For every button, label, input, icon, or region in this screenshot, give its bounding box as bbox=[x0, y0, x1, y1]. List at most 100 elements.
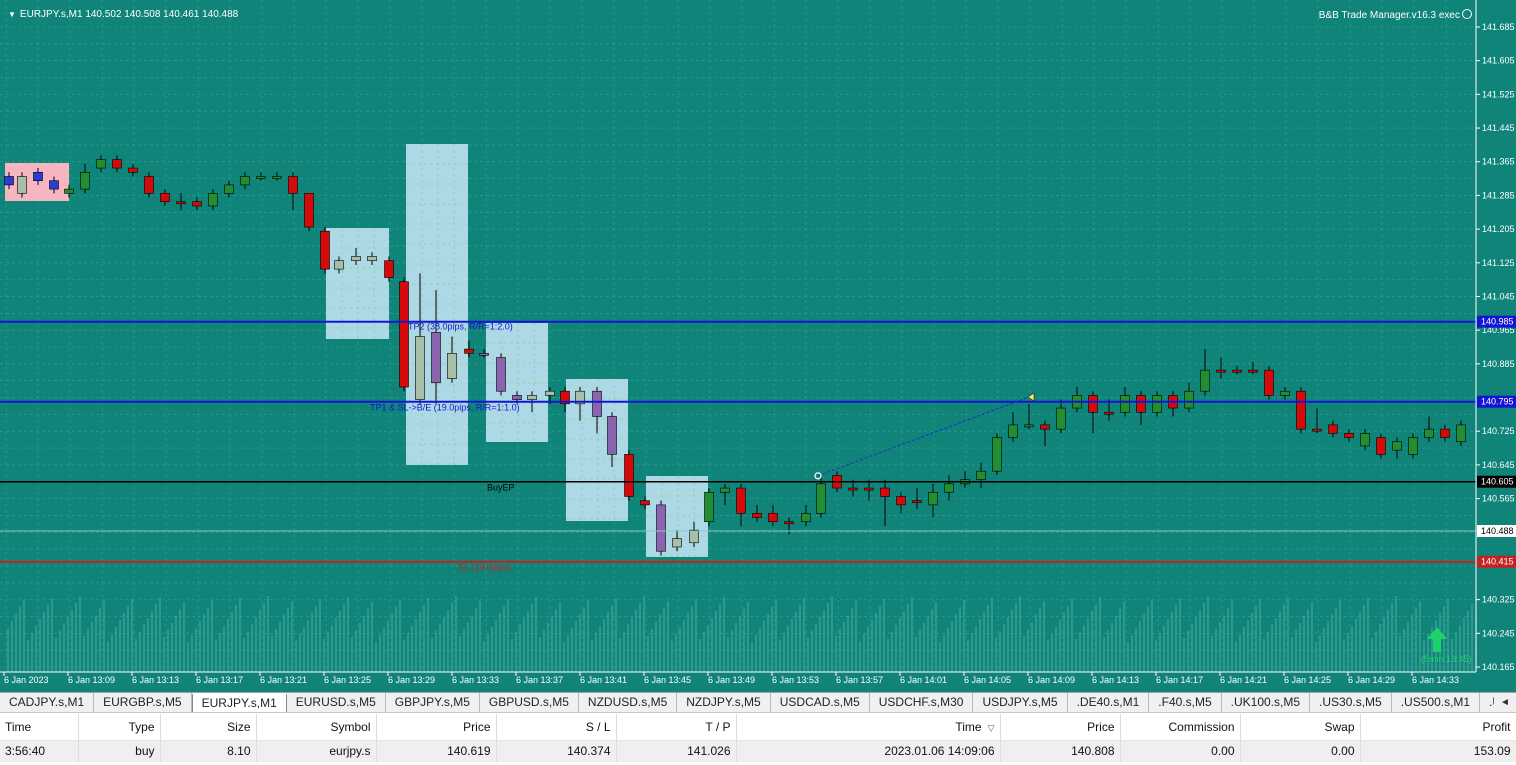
candle-body bbox=[1152, 395, 1162, 413]
candle-body bbox=[736, 487, 746, 514]
column-header-size[interactable]: Size bbox=[160, 714, 257, 741]
candle-body bbox=[864, 487, 874, 491]
candle-body bbox=[912, 500, 922, 503]
tab-uk100-s-m5[interactable]: .UK100.s,M5 bbox=[1221, 693, 1311, 712]
price-chart[interactable]: TP2 (38.0pips, R/R=1:2.0) TP1 & SL->B/E (… bbox=[0, 0, 1516, 692]
candle-body bbox=[176, 201, 186, 205]
candle-body bbox=[801, 513, 811, 523]
time-tick-label: 6 Jan 14:17 bbox=[1156, 675, 1203, 685]
tab-usdchf-s-m30[interactable]: USDCHF.s,M30 bbox=[869, 693, 974, 712]
time-tick-label: 6 Jan 13:33 bbox=[452, 675, 499, 685]
table-cell: 140.374 bbox=[496, 740, 617, 762]
price-tick-label: 140.245 bbox=[1482, 628, 1515, 638]
column-header-s-l[interactable]: S / L bbox=[496, 714, 617, 741]
timer-label: (5min 13:45) bbox=[1421, 654, 1472, 664]
candle-body bbox=[33, 171, 43, 181]
tab-us500-s-m1[interactable]: .US500.s,M1 bbox=[1391, 693, 1481, 712]
pink-zone bbox=[5, 163, 69, 201]
column-header-label: Price bbox=[1087, 719, 1115, 734]
price-tick-label: 141.685 bbox=[1482, 22, 1515, 32]
triangle-down-icon[interactable]: ▼ bbox=[8, 10, 16, 19]
column-header-t-p[interactable]: T / P bbox=[616, 714, 737, 741]
tab-scroll-right-icon[interactable]: ◄ ► bbox=[1494, 693, 1516, 712]
price-tick-label: 141.125 bbox=[1482, 258, 1515, 268]
column-header-swap[interactable]: Swap bbox=[1240, 714, 1361, 741]
column-header-profit[interactable]: Profit bbox=[1360, 714, 1516, 741]
price-tick-label: 141.605 bbox=[1482, 56, 1515, 66]
candle-body bbox=[17, 176, 27, 194]
price-tick-label: 141.285 bbox=[1482, 190, 1515, 200]
time-tick-label: 6 Jan 13:09 bbox=[68, 675, 115, 685]
chart-title-text: EURJPY.s,M1 140.502 140.508 140.461 140.… bbox=[19, 9, 239, 20]
time-tick-label: 6 Jan 13:17 bbox=[196, 675, 243, 685]
time-tick-label: 6 Jan 13:13 bbox=[132, 675, 179, 685]
candle-body bbox=[64, 188, 74, 194]
column-header-time[interactable]: Time ▽ bbox=[736, 714, 1001, 741]
chart-window[interactable]: TP2 (38.0pips, R/R=1:2.0) TP1 & SL->B/E (… bbox=[0, 0, 1516, 692]
tab-eurjpy-s-m1[interactable]: EURJPY.s,M1 bbox=[191, 693, 287, 712]
table-cell: 8.10 bbox=[160, 740, 257, 762]
tab-cadjpy-s-m1[interactable]: CADJPY.s,M1 bbox=[0, 693, 95, 712]
candle-body bbox=[1296, 390, 1306, 430]
candle-body bbox=[527, 395, 537, 400]
candle-body bbox=[1456, 424, 1466, 443]
candle-body bbox=[496, 357, 506, 392]
table-row[interactable]: 3:56:40 buy 8.10 eurjpy.s 140.619 140.374 141.… bbox=[0, 740, 1516, 762]
candle-body bbox=[607, 416, 617, 455]
column-header-commission[interactable]: Commission bbox=[1120, 714, 1241, 741]
chart-tabs-bar: CADJPY.s,M1 EURGBP.s,M5 EURJPY.s,M1 EURUSD.… bbox=[0, 692, 1516, 713]
chart-background bbox=[0, 0, 1476, 692]
table-cell: 153.09 bbox=[1360, 740, 1516, 762]
column-header-type[interactable]: Type bbox=[78, 714, 161, 741]
tab-de40-s-m1[interactable]: .DE40.s,M1 bbox=[1067, 693, 1150, 712]
tab-gbpusd-s-m5[interactable]: GBPUSD.s,M5 bbox=[479, 693, 579, 712]
tab-nzdjpy-s-m5[interactable]: NZDJPY.s,M5 bbox=[677, 693, 771, 712]
candle-body bbox=[1136, 395, 1146, 413]
price-tick-label: 140.885 bbox=[1482, 359, 1515, 369]
tab-nzdusd-s-m5[interactable]: NZDUSD.s,M5 bbox=[578, 693, 678, 712]
tab-eurusd-s-m5[interactable]: EURUSD.s,M5 bbox=[286, 693, 386, 712]
time-tick-label: 6 Jan 14:33 bbox=[1412, 675, 1459, 685]
candle-body bbox=[351, 256, 361, 261]
tab-gbpjpy-s-m5[interactable]: GBPJPY.s,M5 bbox=[385, 693, 480, 712]
ea-label-text: B&B Trade Manager.v16.3 exec bbox=[1318, 10, 1460, 21]
column-header-label: Symbol bbox=[330, 719, 371, 734]
candle-body bbox=[512, 395, 522, 400]
time-tick-label: 6 Jan 14:25 bbox=[1284, 675, 1331, 685]
tp2-price-label: 140.985 bbox=[1481, 317, 1514, 327]
tab-usdjpy-s-m5[interactable]: USDJPY.s,M5 bbox=[973, 693, 1068, 712]
candle-body bbox=[240, 176, 250, 186]
candle-body bbox=[1056, 407, 1066, 430]
table-cell: buy bbox=[78, 740, 161, 762]
column-header-symbol[interactable]: Symbol bbox=[256, 714, 377, 741]
column-header-time[interactable]: Time bbox=[0, 714, 79, 741]
candle-body bbox=[784, 521, 794, 525]
smiley-icon[interactable] bbox=[1462, 9, 1472, 19]
tp1-price-label: 140.795 bbox=[1481, 397, 1514, 407]
candle-body bbox=[208, 193, 218, 207]
column-header-price[interactable]: Price bbox=[376, 714, 497, 741]
column-header-price[interactable]: Price bbox=[1000, 714, 1121, 741]
time-tick-label: 6 Jan 13:45 bbox=[644, 675, 691, 685]
table-cell: 0.00 bbox=[1120, 740, 1241, 762]
time-tick-label: 6 Jan 13:21 bbox=[260, 675, 307, 685]
candle-body bbox=[1008, 424, 1018, 438]
candle-body bbox=[96, 159, 106, 169]
candle-body bbox=[431, 331, 441, 384]
candle-body bbox=[1120, 395, 1130, 413]
candle-body bbox=[479, 353, 489, 356]
column-header-label: Type bbox=[128, 719, 155, 734]
expert-advisor-label: B&B Trade Manager.v16.3 exec bbox=[1319, 9, 1472, 21]
tab-us30-s-m5[interactable]: .US30.s,M5 bbox=[1310, 693, 1392, 712]
tab-usdcad-s-m5[interactable]: USDCAD.s,M5 bbox=[770, 693, 870, 712]
candle-body bbox=[720, 487, 730, 493]
candle-body bbox=[1328, 424, 1338, 434]
tab-eurgbp-s-m5[interactable]: EURGBP.s,M5 bbox=[94, 693, 192, 712]
time-tick-label: 6 Jan 14:09 bbox=[1028, 675, 1075, 685]
price-tick-label: 141.525 bbox=[1482, 89, 1515, 99]
tab-f40-s-m5[interactable]: .F40.s,M5 bbox=[1149, 693, 1222, 712]
table-header-row: Time Type Size Symbol Price S / L T / P Time ▽ Pr… bbox=[0, 714, 1516, 741]
candle-body bbox=[1424, 428, 1434, 438]
candle-body bbox=[384, 260, 394, 278]
candle-body bbox=[1360, 433, 1370, 447]
